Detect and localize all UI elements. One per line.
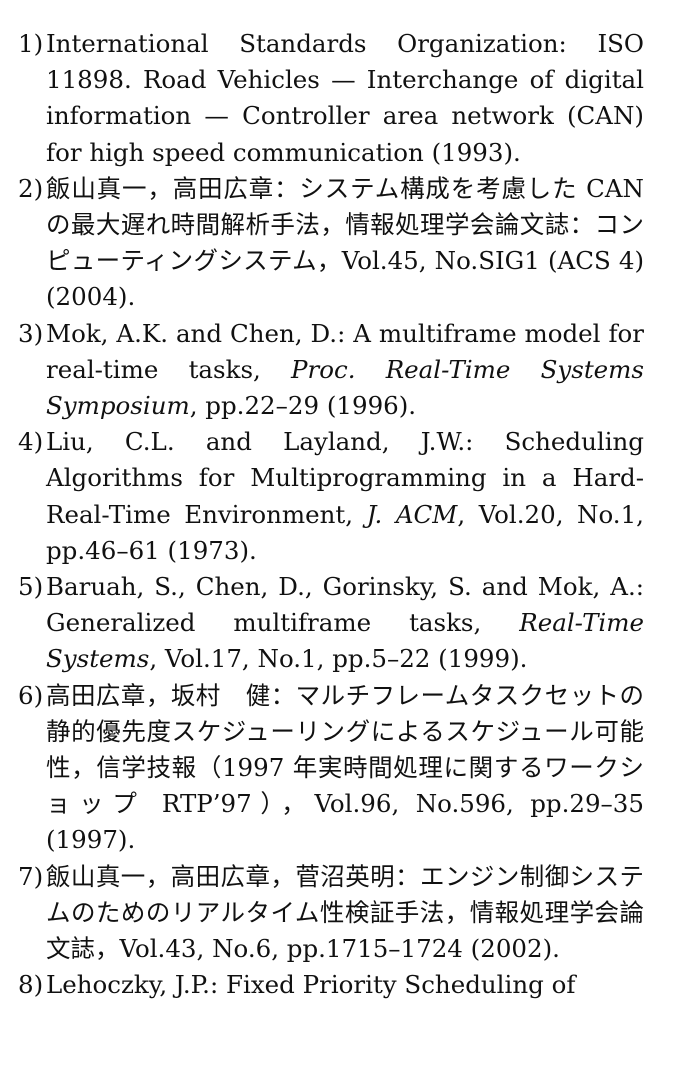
reference-number: 6) <box>18 680 44 710</box>
reference-item-5: 5) Baruah, S., Chen, D., Gorinsky, S. and… <box>18 569 644 678</box>
reference-number: 4) <box>18 427 44 457</box>
reference-number: 5) <box>18 572 44 602</box>
reference-list: 1) International Standards Organization: … <box>18 26 644 1003</box>
reference-number: 7) <box>18 861 44 891</box>
reference-item-8: 8) Lehoczky, J.P.: Fixed Priority Schedul… <box>18 967 644 1003</box>
reference-item-7: 7) 飯山真一，高田広章，菅沼英明：エンジン制御システムのためのリアルタイム性検証… <box>18 859 644 968</box>
reference-item-1: 1) International Standards Organization: … <box>18 26 644 171</box>
reference-text: 飯山真一，高田広章，菅沼英明：エンジン制御システムのためのリアルタイム性検証手法… <box>46 861 644 964</box>
reference-text: Lehoczky, J.P.: Fixed Priority Schedulin… <box>46 970 576 1000</box>
reference-number: 3) <box>18 318 44 348</box>
reference-details: , pp.22–29 (1996). <box>189 391 417 421</box>
reference-item-3: 3) Mok, A.K. and Chen, D.: A multiframe m… <box>18 316 644 425</box>
reference-item-2: 2) 飯山真一，高田広章：システム構成を考慮した CAN の最大遅れ時間解析手法，… <box>18 171 644 316</box>
reference-item-4: 4) Liu, C.L. and Layland, J.W.: Schedulin… <box>18 424 644 569</box>
reference-text: International Standards Organization: IS… <box>46 29 644 167</box>
reference-number: 2) <box>18 173 44 203</box>
reference-item-6: 6) 高田広章，坂村 健：マルチフレームタスクセットの静的優先度スケジューリングに… <box>18 678 644 859</box>
reference-text: 高田広章，坂村 健：マルチフレームタスクセットの静的優先度スケジューリングによる… <box>46 680 644 855</box>
reference-venue: J. ACM <box>366 499 458 529</box>
reference-text: 飯山真一，高田広章：システム構成を考慮した CAN の最大遅れ時間解析手法，情報… <box>46 173 644 312</box>
reference-number: 1) <box>18 29 44 58</box>
reference-details: , Vol.17, No.1, pp.5–22 (1999). <box>149 644 528 674</box>
reference-number: 8) <box>18 970 44 1000</box>
